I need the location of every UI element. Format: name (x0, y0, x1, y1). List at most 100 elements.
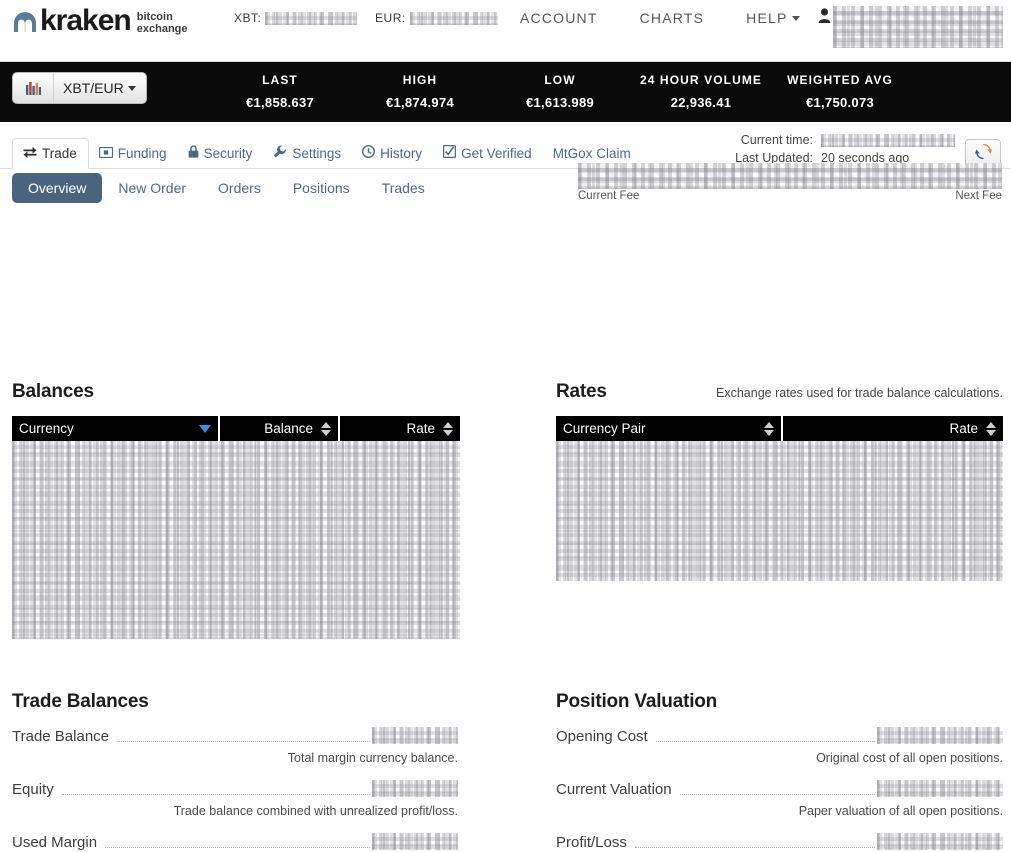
rates-table-body-redacted (556, 441, 1003, 581)
subtab-positions[interactable]: Positions (277, 173, 366, 203)
subtab-trades[interactable]: Trades (366, 173, 441, 203)
profit-loss-row: Profit/Loss Paper profit/loss of all ope… (556, 833, 1003, 852)
ticker-last: LAST €1,858.637 (220, 73, 340, 110)
tab-trade-label: Trade (42, 146, 77, 161)
header-xbt-label: XBT: (234, 11, 262, 25)
current-time-row: Current time: (735, 131, 955, 149)
used-margin-line: Used Margin (12, 833, 458, 851)
ticker-last-label: LAST (262, 73, 298, 87)
leader-dots (679, 782, 875, 795)
opening-cost-line: Opening Cost (556, 727, 1003, 745)
nav-account-label: ACCOUNT (520, 10, 598, 26)
tab-funding[interactable]: Funding (89, 139, 178, 168)
rates-note: Exchange rates used for trade balance ca… (716, 386, 1003, 400)
trade-balances-title: Trade Balances (12, 691, 149, 712)
header-eur-value-redacted (409, 12, 498, 26)
clock-icon (362, 144, 376, 161)
trade-balance-value (372, 727, 458, 745)
subtab-orders[interactable]: Orders (202, 173, 277, 203)
leader-dots (105, 835, 370, 848)
currency-pair-selector[interactable]: XBT/EUR (12, 72, 147, 104)
current-valuation-row: Current Valuation Paper valuation of all… (556, 780, 1003, 818)
subtab-trades-label: Trades (381, 180, 425, 196)
trade-subtabs-row: Overview New Order Orders Positions Trad… (0, 163, 1011, 215)
ticker-high-value: €1,874.974 (385, 95, 455, 110)
user-person-icon (818, 8, 831, 28)
balances-col-rate[interactable]: Rate (340, 416, 460, 441)
site-header: kraken bitcoin exchange XBT: EUR: ACCOUN… (0, 0, 1011, 62)
ticker-volume-value: 22,936.41 (670, 95, 732, 110)
tab-settings-label: Settings (292, 145, 342, 161)
profit-loss-label: Profit/Loss (556, 834, 627, 851)
balances-title: Balances (12, 381, 94, 402)
kraken-logo[interactable]: kraken bitcoin exchange (12, 6, 188, 39)
tab-get-verified-label: Get Verified (461, 145, 532, 161)
equity-line: Equity (12, 780, 458, 798)
ticker-weighted-avg: WEIGHTED AVG €1,750.073 (772, 73, 908, 110)
rates-col-currency-pair[interactable]: Currency Pair (556, 416, 781, 441)
header-xbt-value-redacted (265, 12, 358, 26)
trade-balance-description: Total margin currency balance. (287, 751, 458, 765)
trade-balance-label: Trade Balance (12, 728, 110, 745)
balances-col-currency-label: Currency (19, 421, 74, 436)
current-fee-label: Current Fee (578, 190, 640, 202)
exchange-icon (23, 146, 37, 161)
rates-title: Rates (556, 381, 607, 402)
leader-dots (61, 782, 370, 795)
chevron-down-icon (127, 85, 136, 91)
nav-charts[interactable]: CHARTS (640, 10, 705, 26)
rates-table: Currency Pair Rate (556, 416, 1003, 581)
user-account-area[interactable] (818, 6, 1003, 48)
current-valuation-value (877, 780, 1003, 798)
fee-schedule-labels: Current Fee Next Fee (578, 190, 1002, 202)
tab-funding-label: Funding (117, 146, 167, 161)
balances-table-header: Currency Balance Rate (12, 416, 460, 441)
ticker-low-label: LOW (544, 73, 576, 87)
header-eur-label: EUR: (375, 11, 406, 25)
balances-col-balance-label: Balance (264, 421, 313, 436)
checkbox-icon (443, 144, 457, 161)
username-redacted (833, 6, 1003, 48)
tab-settings[interactable]: Settings (263, 138, 352, 168)
wrench-icon (273, 145, 287, 161)
position-valuation-title: Position Valuation (556, 691, 718, 712)
subtab-new-order-label: New Order (118, 180, 187, 196)
logo-wordmark: kraken (40, 4, 132, 37)
balances-table-body-redacted (12, 441, 460, 639)
opening-cost-row: Opening Cost Original cost of all open p… (556, 727, 1003, 765)
opening-cost-description: Original cost of all open positions. (816, 751, 1003, 765)
nav-help-label: HELP (746, 10, 788, 26)
subtab-overview[interactable]: Overview (12, 173, 103, 203)
subtab-overview-label: Overview (28, 180, 87, 196)
rates-col-rate[interactable]: Rate (783, 416, 1003, 441)
ticker-volume: 24 HOUR VOLUME 22,936.41 (620, 73, 782, 110)
account-tabs: Trade Funding Security Settings History … (12, 138, 642, 169)
profit-loss-value (877, 833, 1003, 851)
sort-icon (321, 421, 331, 436)
bar-chart-icon (13, 73, 54, 103)
balances-panel: Balances Currency Balance Rate (12, 381, 460, 639)
market-ticker-bar: XBT/EUR LAST €1,858.637 HIGH €1,874.974 … (0, 62, 1011, 122)
subtab-positions-label: Positions (292, 180, 350, 196)
tab-history[interactable]: History (352, 138, 433, 168)
trade-balances-panel: Trade Balances Trade Balance Total margi… (12, 691, 458, 852)
sort-icon (443, 421, 453, 436)
tab-trade[interactable]: Trade (12, 138, 89, 169)
subtab-new-order[interactable]: New Order (102, 173, 202, 203)
balances-col-balance[interactable]: Balance (220, 416, 338, 441)
balances-col-currency[interactable]: Currency (12, 416, 218, 441)
page-content: Trade Funding Security Settings History … (0, 133, 1011, 851)
status-time-block: Current time: Last Updated: 20 seconds a… (735, 131, 955, 167)
nav-help[interactable]: HELP (746, 10, 800, 26)
tab-get-verified[interactable]: Get Verified (433, 138, 543, 168)
used-margin-row: Used Margin Total margin amount used in … (12, 833, 458, 852)
opening-cost-value (877, 727, 1003, 745)
ticker-volume-label: 24 HOUR VOLUME (639, 73, 763, 87)
lock-icon (188, 145, 199, 161)
tab-security[interactable]: Security (178, 138, 264, 168)
rates-col-currency-pair-label: Currency Pair (563, 421, 646, 436)
current-time-label: Current time: (740, 133, 813, 147)
ticker-weighted-avg-value: €1,750.073 (805, 95, 875, 110)
rates-table-header: Currency Pair Rate (556, 416, 1003, 441)
nav-account[interactable]: ACCOUNT (520, 10, 598, 26)
